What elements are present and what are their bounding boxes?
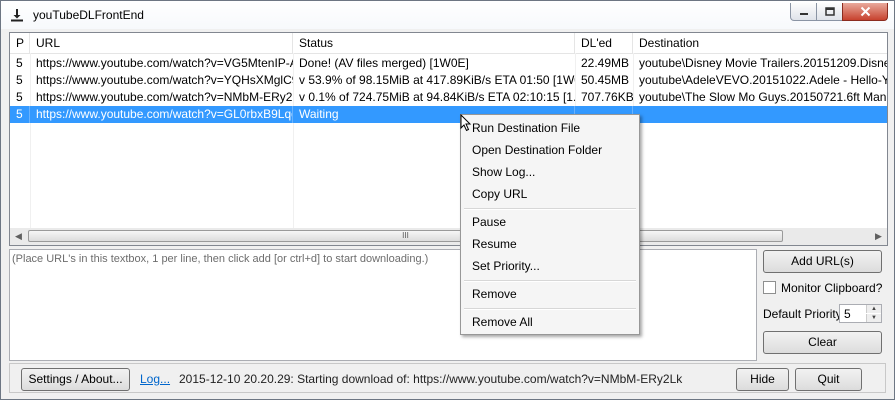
- column-header-destination[interactable]: Destination: [633, 33, 887, 53]
- downloads-list[interactable]: P URL Status DL'ed Destination 5 https:/…: [9, 32, 888, 246]
- menu-item-set-priority[interactable]: Set Priority...: [472, 255, 540, 277]
- row-dled: 50.45MB: [581, 73, 630, 87]
- context-menu: Run Destination File Open Destination Fo…: [460, 114, 640, 335]
- default-priority-label: Default Priority:: [763, 307, 846, 321]
- window-title: youTubeDLFrontEnd: [33, 8, 144, 22]
- minimize-button[interactable]: [790, 3, 817, 21]
- row-priority: 5: [10, 106, 30, 123]
- monitor-clipboard-checkbox[interactable]: [763, 281, 776, 294]
- row-status: v 53.9% of 98.15MiB at 417.89KiB/s ETA 0…: [299, 73, 575, 87]
- menu-item-open-destination-folder[interactable]: Open Destination Folder: [472, 139, 602, 161]
- hide-button[interactable]: Hide: [736, 368, 789, 391]
- log-link[interactable]: Log...: [140, 372, 170, 386]
- title-bar[interactable]: youTubeDLFrontEnd: [1, 1, 894, 29]
- menu-item-show-log[interactable]: Show Log...: [472, 161, 535, 183]
- scrollbar-thumb[interactable]: III: [28, 230, 783, 242]
- url-input[interactable]: (Place URL's in this textbox, 1 per line…: [9, 249, 757, 361]
- row-destination: youtube\The Slow Mo Guys.20150721.6ft Ma…: [639, 90, 887, 104]
- menu-item-remove-all[interactable]: Remove All: [472, 311, 533, 333]
- column-header-status[interactable]: Status: [293, 33, 575, 53]
- menu-item-remove[interactable]: Remove: [472, 283, 517, 305]
- default-priority-value[interactable]: 5: [844, 307, 851, 321]
- clear-button[interactable]: Clear: [763, 331, 882, 354]
- row-destination: youtube\Disney Movie Trailers.20151209.D…: [639, 56, 887, 70]
- table-row[interactable]: 5 https://www.youtube.com/watch?v=NMbM-E…: [10, 89, 887, 106]
- row-destination: youtube\AdeleVEVO.20151022.Adele - Hello…: [639, 73, 887, 87]
- settings-about-button[interactable]: Settings / About...: [21, 368, 130, 391]
- increment-icon[interactable]: ▲: [866, 305, 881, 313]
- row-priority: 5: [16, 73, 23, 87]
- maximize-button[interactable]: [816, 3, 843, 21]
- main-window: youTubeDLFrontEnd P URL Status DL'ed Des…: [0, 0, 895, 400]
- menu-item-copy-url[interactable]: Copy URL: [472, 183, 527, 205]
- table-row-selected[interactable]: 5 https://www.youtube.com/watch?v=GL0rbx…: [10, 106, 887, 123]
- list-header: P URL Status DL'ed Destination: [10, 33, 887, 54]
- close-button[interactable]: [842, 3, 888, 21]
- row-status: Done! (AV files merged) [1W0E]: [299, 56, 469, 70]
- row-url: https://www.youtube.com/watch?v=GL0rbxB9…: [30, 106, 293, 123]
- minimize-icon: [799, 12, 808, 15]
- menu-item-pause[interactable]: Pause: [472, 211, 506, 233]
- add-urls-button[interactable]: Add URL(s): [763, 250, 882, 273]
- row-status: v 0.1% of 724.75MiB at 94.84KiB/s ETA 02…: [299, 90, 575, 104]
- maximize-icon: [824, 6, 835, 16]
- monitor-clipboard-label[interactable]: Monitor Clipboard?: [781, 281, 882, 295]
- menu-item-run-destination-file[interactable]: Run Destination File: [472, 117, 580, 139]
- close-icon: [860, 6, 870, 17]
- decrement-icon[interactable]: ▼: [866, 314, 881, 322]
- download-app-icon: [11, 9, 23, 22]
- menu-separator: [464, 308, 636, 310]
- table-row[interactable]: 5 https://www.youtube.com/watch?v=VG5Mte…: [10, 55, 887, 72]
- horizontal-scrollbar[interactable]: ◀ III ▶: [10, 228, 887, 245]
- row-priority: 5: [16, 56, 23, 70]
- url-input-placeholder: (Place URL's in this textbox, 1 per line…: [12, 253, 429, 265]
- row-priority: 5: [16, 90, 23, 104]
- table-row[interactable]: 5 https://www.youtube.com/watch?v=YQHsXM…: [10, 72, 887, 89]
- scroll-right-icon[interactable]: ▶: [870, 228, 887, 245]
- row-dled: 22.49MB: [581, 56, 630, 70]
- scroll-left-icon[interactable]: ◀: [10, 228, 27, 245]
- status-message: 2015-12-10 20.20.29: Starting download o…: [179, 372, 683, 386]
- mouse-pointer-icon: [460, 114, 472, 132]
- menu-separator: [464, 208, 636, 210]
- column-header-dled[interactable]: DL'ed: [575, 33, 633, 53]
- default-priority-stepper[interactable]: 5 ▲ ▼: [839, 304, 882, 323]
- row-url: https://www.youtube.com/watch?v=YQHsXMgl…: [36, 73, 293, 87]
- menu-item-resume[interactable]: Resume: [472, 233, 517, 255]
- row-dled: 707.76KB: [581, 90, 633, 104]
- row-destination: [633, 106, 887, 123]
- menu-separator: [464, 280, 636, 282]
- row-url: https://www.youtube.com/watch?v=NMbM-ERy…: [36, 90, 293, 104]
- column-header-url[interactable]: URL: [30, 33, 293, 53]
- quit-button[interactable]: Quit: [795, 368, 862, 391]
- column-header-priority[interactable]: P: [10, 33, 30, 53]
- row-url: https://www.youtube.com/watch?v=VG5MtenI…: [36, 56, 293, 70]
